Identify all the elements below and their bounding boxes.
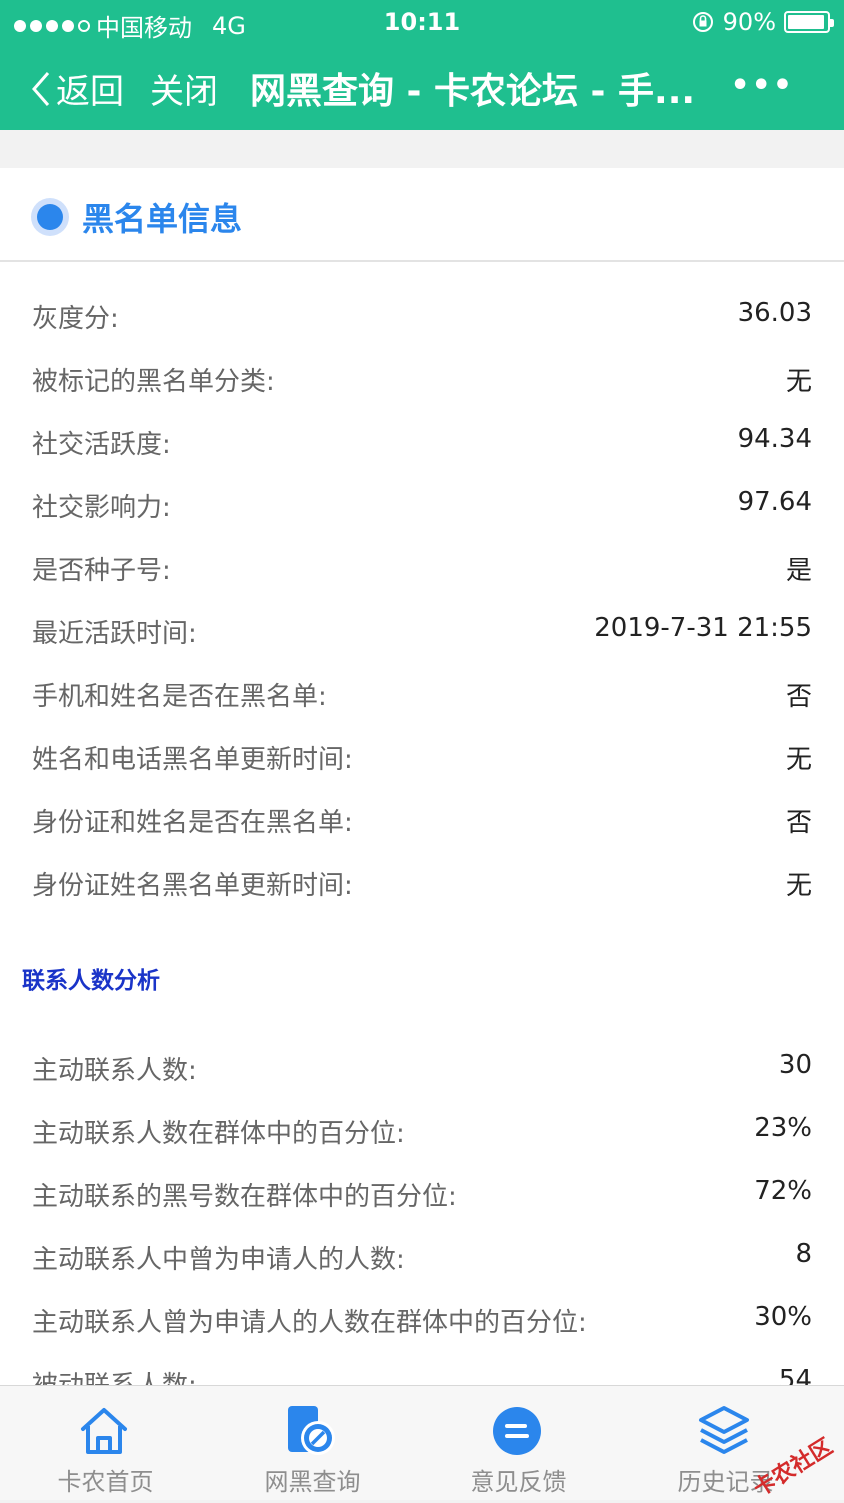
- info-row: 手机和姓名是否在黑名单: 否: [32, 676, 812, 716]
- info-row: 最近活跃时间: 2019-7-31 21:55: [32, 613, 812, 653]
- tab-label: 意见反馈: [470, 1468, 567, 1496]
- tab-label: 卡农首页: [57, 1468, 154, 1496]
- orientation-lock-icon: [692, 12, 713, 32]
- tab-blacklist-query[interactable]: 网黑查询: [207, 1386, 418, 1501]
- row-value: 8: [795, 1239, 812, 1269]
- nav-bar: 返回 关闭 网黑查询 - 卡农论坛 - 手... •••: [0, 44, 844, 130]
- contact-row: 主动联系人数在群体中的百分位: 23%: [32, 1113, 812, 1153]
- row-value: 97.64: [737, 487, 812, 517]
- row-label: 手机和姓名是否在黑名单:: [32, 682, 327, 712]
- info-row: 社交活跃度: 94.34: [32, 424, 812, 464]
- more-options-button[interactable]: •••: [730, 68, 794, 103]
- blacklist-card: 黑名单信息 灰度分: 36.03 被标记的黑名单分类: 无 社交活跃度: 94.…: [0, 168, 844, 1385]
- back-button[interactable]: 返回: [30, 64, 124, 113]
- tab-feedback[interactable]: 意见反馈: [413, 1386, 624, 1501]
- row-label: 身份证和姓名是否在黑名单:: [32, 808, 353, 838]
- row-value: 否: [785, 682, 812, 712]
- contacts-section-title: 联系人数分析: [22, 968, 160, 994]
- row-value: 94.34: [737, 424, 812, 454]
- section-title: 黑名单信息: [82, 200, 243, 238]
- battery-percent: 90%: [722, 8, 776, 36]
- contact-row: 主动联系人中曾为申请人的人数: 8: [32, 1239, 812, 1279]
- row-label: 灰度分:: [32, 304, 119, 334]
- contact-row: 主动联系人曾为申请人的人数在群体中的百分位: 30%: [32, 1302, 812, 1342]
- row-label: 社交影响力:: [32, 493, 171, 523]
- info-row: 灰度分: 36.03: [32, 298, 812, 338]
- row-label: 被标记的黑名单分类:: [32, 367, 275, 397]
- status-bar: 中国移动 4G 10:11 90%: [0, 0, 844, 44]
- row-label: 身份证姓名黑名单更新时间:: [32, 871, 353, 901]
- contact-row: 主动联系的黑号数在群体中的百分位: 72%: [32, 1176, 812, 1216]
- row-value: 是: [785, 556, 812, 586]
- info-row: 社交影响力: 97.64: [32, 487, 812, 527]
- page-title: 网黑查询 - 卡农论坛 - 手...: [250, 71, 696, 112]
- blacklist-query-icon: [288, 1406, 335, 1455]
- row-value: 否: [785, 808, 812, 838]
- tab-label: 网黑查询: [264, 1468, 361, 1496]
- row-label: 社交活跃度:: [32, 430, 171, 460]
- info-row: 是否种子号: 是: [32, 550, 812, 590]
- row-value: 36.03: [737, 298, 812, 328]
- row-label: 主动联系人中曾为申请人的人数:: [32, 1245, 405, 1275]
- close-button[interactable]: 关闭: [150, 64, 218, 113]
- bottom-tab-bar: 卡农首页 网黑查询 意见反馈 历史记录 卡农社区: [0, 1385, 844, 1502]
- info-row: 身份证和姓名是否在黑名单: 否: [32, 802, 812, 842]
- section-header: 黑名单信息: [0, 168, 844, 262]
- row-value: 2019-7-31 21:55: [594, 613, 812, 643]
- section-bullet-icon: [31, 198, 69, 236]
- row-label: 最近活跃时间:: [32, 619, 197, 649]
- row-value: 无: [785, 367, 812, 397]
- row-label: 主动联系的黑号数在群体中的百分位:: [32, 1182, 457, 1212]
- info-row: 身份证姓名黑名单更新时间: 无: [32, 865, 812, 905]
- row-value: 72%: [754, 1176, 812, 1206]
- row-value: 54: [778, 1365, 812, 1385]
- row-value: 无: [785, 745, 812, 775]
- battery-icon: [784, 11, 834, 33]
- info-row: 被标记的黑名单分类: 无: [32, 361, 812, 401]
- chevron-left-icon: [32, 71, 50, 106]
- row-value: 23%: [754, 1113, 812, 1143]
- back-label: 返回: [56, 72, 124, 112]
- home-icon: [81, 1408, 127, 1454]
- feedback-icon: [493, 1407, 541, 1455]
- layers-icon: [699, 1406, 749, 1454]
- row-label: 主动联系人数:: [32, 1056, 197, 1086]
- battery-info: 90%: [691, 8, 834, 36]
- row-label: 主动联系人数在群体中的百分位:: [32, 1119, 405, 1149]
- row-value: 30%: [754, 1302, 812, 1332]
- row-label: 主动联系人曾为申请人的人数在群体中的百分位:: [32, 1308, 587, 1338]
- info-row: 姓名和电话黑名单更新时间: 无: [32, 739, 812, 779]
- contact-row: 主动联系人数: 30: [32, 1050, 812, 1090]
- row-label: 是否种子号:: [32, 556, 171, 586]
- row-label: 姓名和电话黑名单更新时间:: [32, 745, 353, 775]
- row-value: 无: [785, 871, 812, 901]
- contact-row: 被动联系人数: 54: [32, 1365, 812, 1385]
- row-label: 被动联系人数:: [32, 1365, 197, 1385]
- row-value: 30: [778, 1050, 812, 1080]
- tab-home[interactable]: 卡农首页: [0, 1386, 211, 1501]
